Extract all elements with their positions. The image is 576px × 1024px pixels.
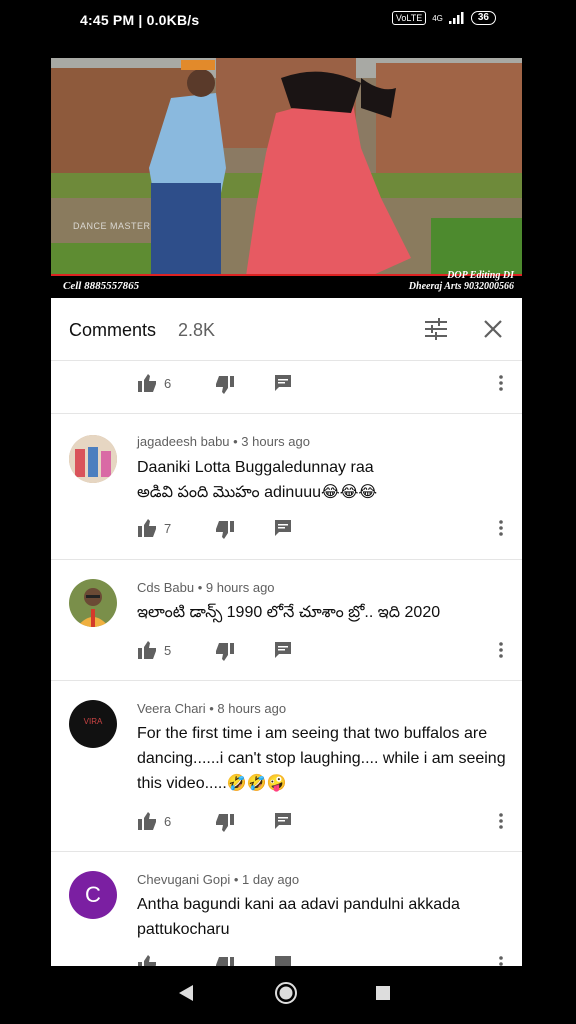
like-icon[interactable] [137, 954, 157, 966]
reply-icon[interactable] [274, 641, 292, 659]
like-icon[interactable] [137, 811, 157, 831]
comment-actions [137, 954, 517, 966]
dislike-icon[interactable] [215, 520, 235, 540]
comments-header: Comments 2.8K [51, 298, 522, 361]
comment-item: jagadeesh babu • 3 hours ago Daaniki Lot… [51, 414, 522, 560]
volte-icon: VoLTE [391, 11, 427, 25]
reply-icon[interactable] [274, 519, 292, 537]
video-frame [51, 58, 522, 298]
comment-item: VIRA Veera Chari • 8 hours ago For the f… [51, 681, 522, 852]
avatar-image [69, 435, 117, 483]
battery-icon: 36 [470, 11, 496, 25]
avatar-image [69, 579, 117, 627]
like-icon[interactable] [137, 518, 157, 538]
more-options-icon[interactable] [496, 373, 506, 393]
reply-icon[interactable] [274, 812, 292, 830]
comment-actions: 7 [137, 518, 517, 542]
like-icon[interactable] [137, 640, 157, 660]
sort-filter-icon[interactable] [423, 316, 449, 342]
comment-text: For the first time i am seeing that two … [137, 725, 506, 792]
network-type: 4G [432, 13, 443, 23]
avatar[interactable] [69, 579, 117, 627]
comments-count: 2.8K [178, 320, 216, 340]
reply-icon[interactable] [274, 374, 292, 392]
close-icon[interactable] [481, 317, 505, 341]
signal-icon [448, 12, 464, 24]
status-icons: VoLTE 4G 36 [391, 11, 496, 25]
reply-icon[interactable] [274, 955, 292, 966]
dislike-icon[interactable] [215, 813, 235, 833]
avatar[interactable] [69, 435, 117, 483]
comment-item: C Chevugani Gopi • 1 day ago Antha bagun… [51, 852, 522, 966]
comment-actions: 6 [137, 373, 517, 397]
more-options-icon[interactable] [496, 811, 506, 831]
credit-line-1: DOP Editing DI [447, 270, 514, 281]
like-count: 5 [164, 643, 172, 658]
dislike-icon[interactable] [215, 375, 235, 395]
more-options-icon[interactable] [496, 518, 506, 538]
back-icon[interactable] [177, 983, 195, 1003]
avatar-initial: C [85, 882, 101, 907]
recent-apps-icon[interactable] [375, 985, 391, 1001]
status-time: 4:45 PM | 0.0KB/s [80, 12, 200, 28]
video-watermark: DANCE MASTER [73, 221, 151, 231]
comment-item: 6 [51, 361, 522, 414]
more-options-icon[interactable] [496, 640, 506, 660]
comment-author: Cds Babu • 9 hours ago [137, 580, 275, 595]
credit-line-2: Dheeraj Arts 9032000566 [408, 281, 514, 292]
cell-caption: Cell 8885557865 [63, 280, 140, 292]
comment-list: 6 jagadeesh babu • 3 hours ago Daaniki L… [51, 361, 522, 966]
avatar[interactable]: C [69, 871, 117, 919]
avatar-logo-text: VIRA [83, 717, 103, 726]
dislike-icon[interactable] [215, 956, 235, 966]
avatar[interactable]: VIRA [69, 700, 117, 748]
comments-title: Comments [69, 320, 157, 340]
comment-actions: 5 [137, 640, 517, 664]
like-count: 7 [164, 521, 172, 536]
comment-text: Antha bagundi kani aa adavi pandulni akk… [137, 896, 460, 938]
like-count: 6 [164, 376, 172, 391]
dislike-icon[interactable] [215, 642, 235, 662]
comment-author: Chevugani Gopi • 1 day ago [137, 872, 300, 887]
status-bar: 4:45 PM | 0.0KB/s VoLTE 4G 36 [0, 0, 576, 40]
more-options-icon[interactable] [496, 954, 506, 966]
video-player[interactable]: DANCE MASTER Cell 8885557865 DOP Editing… [51, 58, 522, 298]
comment-text: ఇలాంటి డాన్స్ 1990 లోనే చూశాం బ్రో.. ఇది… [137, 604, 441, 621]
comment-author: Veera Chari • 8 hours ago [137, 701, 287, 716]
credit-caption: DOP Editing DI Dheeraj Arts 9032000566 [409, 270, 514, 292]
home-icon[interactable] [274, 981, 298, 1005]
comments-panel: Comments 2.8K 6 jagadeesh babu • 3 hours… [51, 298, 522, 966]
comment-actions: 6 [137, 811, 517, 835]
comment-text: Daaniki Lotta Buggaledunnay raa అడివి పం… [137, 459, 378, 501]
video-caption-bar: Cell 8885557865 DOP Editing DI Dheeraj A… [51, 270, 522, 298]
like-count: 6 [164, 814, 172, 829]
like-icon[interactable] [137, 373, 157, 393]
comment-author: jagadeesh babu • 3 hours ago [137, 434, 310, 449]
comment-item: Cds Babu • 9 hours ago ఇలాంటి డాన్స్ 199… [51, 560, 522, 681]
